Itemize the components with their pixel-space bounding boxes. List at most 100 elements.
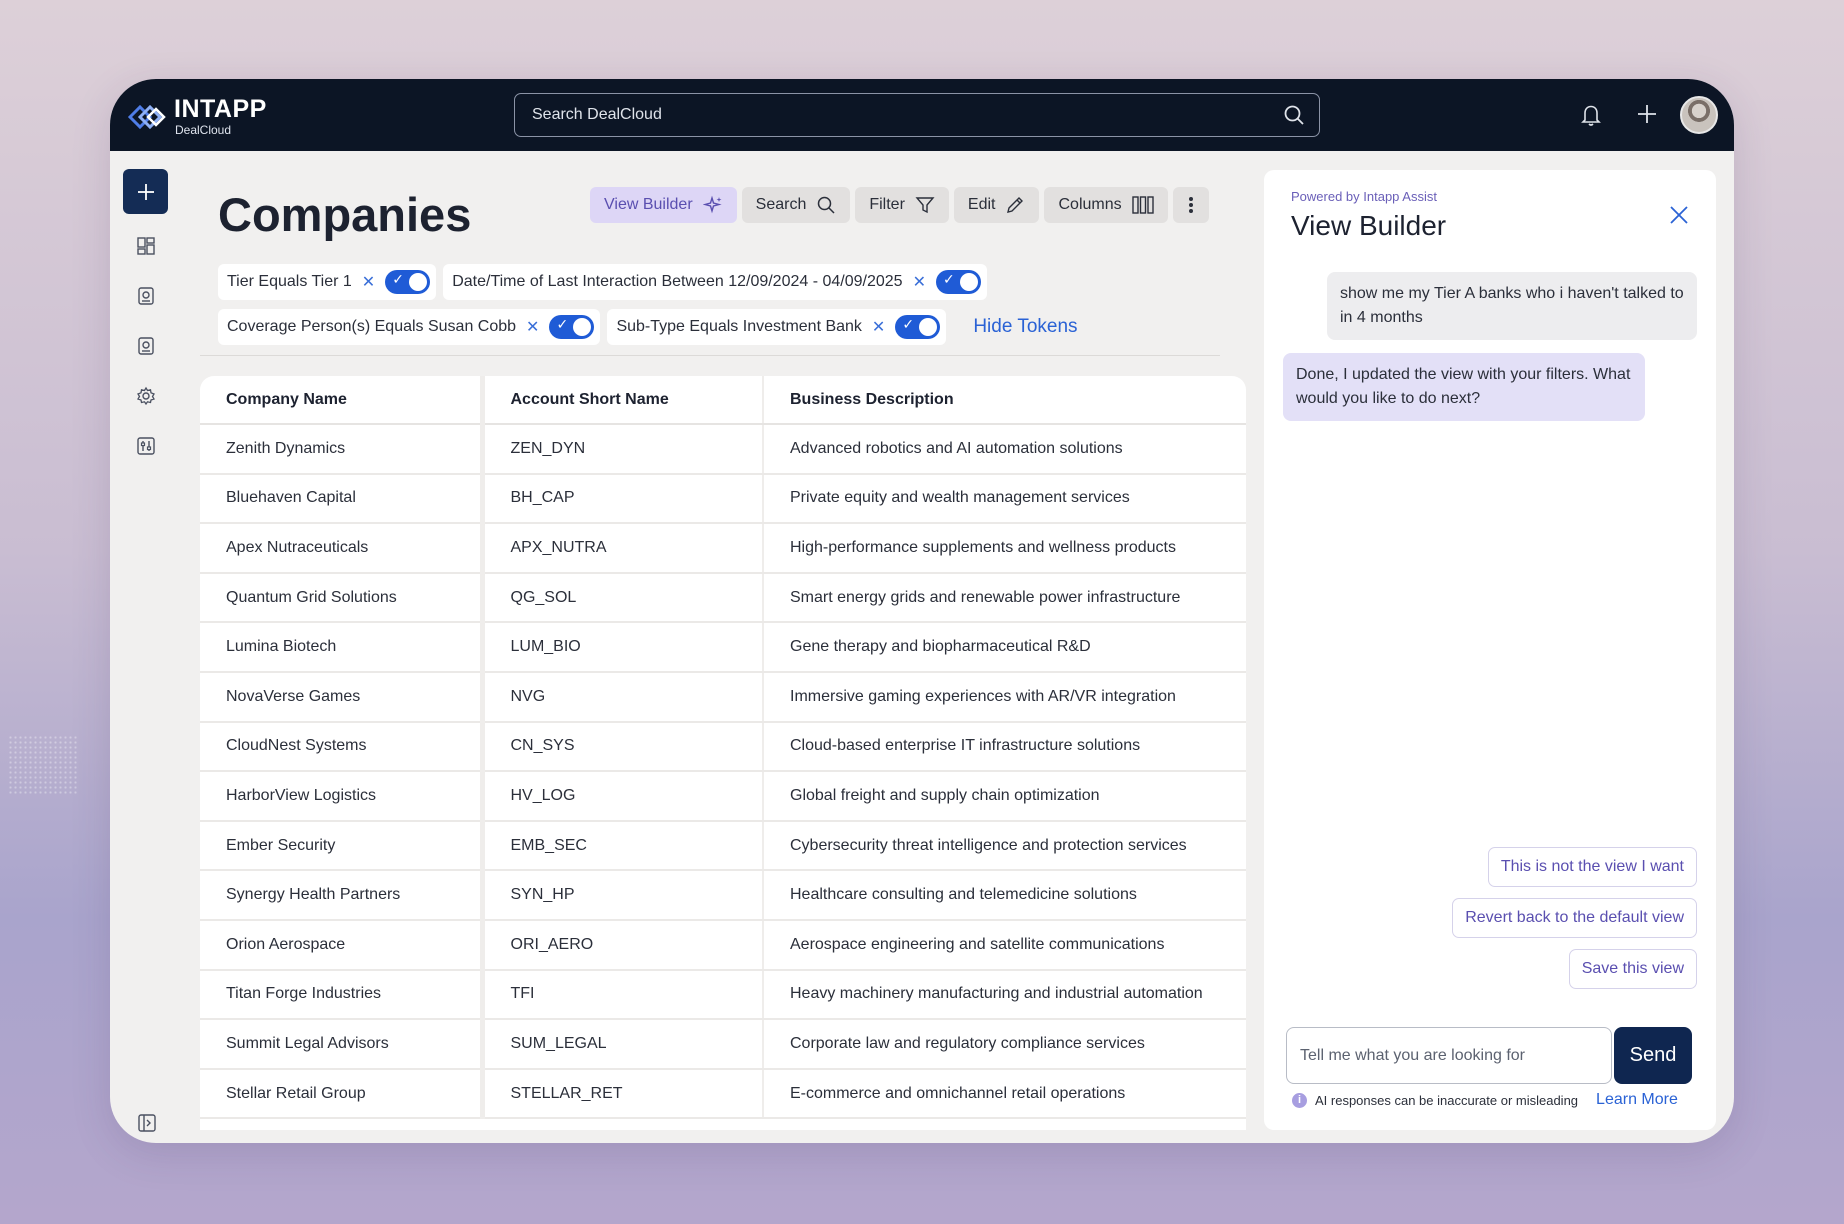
column-header-business-description[interactable]: Business Description (763, 376, 1246, 425)
company-name-cell[interactable]: Quantum Grid Solutions (200, 572, 485, 624)
company-name-cell[interactable]: CloudNest Systems (200, 721, 485, 773)
column-header-company-name[interactable]: Company Name (200, 376, 485, 425)
table-row[interactable]: Summit Legal Advisors SUM_LEGAL Corporate … (200, 1019, 1246, 1070)
business-description-cell[interactable]: Cybersecurity threat intelligence and pr… (763, 820, 1246, 872)
table-row[interactable]: Zenith Dynamics ZEN_DYN Advanced robotics … (200, 424, 1246, 475)
business-description-cell[interactable]: Heavy machinery manufacturing and indust… (763, 969, 1246, 1021)
powered-by-label: Powered by Intapp Assist (1291, 189, 1437, 204)
edit-button[interactable]: Edit (953, 187, 1040, 223)
notifications-bell-icon[interactable] (1580, 103, 1602, 127)
chat-input[interactable] (1286, 1027, 1612, 1084)
remove-token-icon[interactable]: ✕ (872, 317, 885, 337)
table-row[interactable]: Synergy Health Partners SYN_HP Healthcare … (200, 870, 1246, 921)
business-description-cell[interactable]: Private equity and wealth management ser… (763, 473, 1246, 525)
company-name-cell[interactable]: Titan Forge Industries (200, 969, 485, 1021)
table-row[interactable]: Lumina Biotech LUM_BIO Gene therapy and bi… (200, 622, 1246, 673)
learn-more-link[interactable]: Learn More (1596, 1091, 1678, 1109)
account-short-name-cell[interactable]: HV_LOG (482, 771, 764, 822)
business-description-cell[interactable]: Advanced robotics and AI automation solu… (763, 424, 1246, 475)
table-row[interactable]: Stellar Retail Group STELLAR_RET E-commerc… (200, 1068, 1246, 1120)
panel-title: View Builder (1291, 210, 1447, 241)
company-name-cell[interactable]: Zenith Dynamics (200, 424, 485, 475)
more-options-button[interactable] (1172, 187, 1209, 223)
account-short-name-cell[interactable]: APX_NUTRA (482, 523, 764, 574)
dashboard-icon[interactable] (136, 236, 156, 256)
account-short-name-cell[interactable]: QG_SOL (482, 572, 764, 624)
table-row[interactable]: HarborView Logistics HV_LOG Global freight… (200, 771, 1246, 822)
table-row[interactable]: Apex Nutraceuticals APX_NUTRA High-perform… (200, 523, 1246, 574)
account-short-name-cell[interactable]: CN_SYS (482, 721, 764, 773)
business-description-cell[interactable]: E-commerce and omnichannel retail operat… (763, 1068, 1246, 1120)
view-builder-button[interactable]: View Builder (590, 187, 737, 223)
company-name-cell[interactable]: Summit Legal Advisors (200, 1019, 485, 1070)
quick-add-button[interactable] (123, 169, 168, 214)
suggestion-save-view-button[interactable]: Save this view (1568, 949, 1697, 989)
brand-logo[interactable]: INTAPP DealCloud (126, 97, 267, 136)
business-description-cell[interactable]: Smart energy grids and renewable power i… (763, 572, 1246, 624)
close-icon[interactable] (1668, 204, 1690, 226)
company-name-cell[interactable]: Stellar Retail Group (200, 1068, 485, 1120)
business-description-cell[interactable]: Healthcare consulting and telemedicine s… (763, 870, 1246, 921)
table-row[interactable]: Bluehaven Capital BH_CAP Private equity an… (200, 473, 1246, 525)
tools-icon[interactable] (136, 436, 156, 456)
account-short-name-cell[interactable]: LUM_BIO (482, 622, 764, 673)
search-button[interactable]: Search (741, 187, 851, 223)
table-row[interactable]: Orion Aerospace ORI_AERO Aerospace enginee… (200, 919, 1246, 971)
company-name-cell[interactable]: Lumina Biotech (200, 622, 485, 673)
company-name-cell[interactable]: Synergy Health Partners (200, 870, 485, 921)
business-description-cell[interactable]: High-performance supplements and wellnes… (763, 523, 1246, 574)
filter-token-label: Tier Equals Tier 1 (227, 273, 352, 290)
business-description-cell[interactable]: Corporate law and regulatory compliance … (763, 1019, 1246, 1070)
account-short-name-cell[interactable]: NVG (482, 671, 764, 723)
suggestion-revert-default-button[interactable]: Revert back to the default view (1452, 898, 1697, 938)
records-icon[interactable] (136, 286, 156, 306)
column-header-account-short-name[interactable]: Account Short Name (482, 376, 764, 425)
table-row[interactable]: CloudNest Systems CN_SYS Cloud-based enter… (200, 721, 1246, 773)
business-description-cell[interactable]: Aerospace engineering and satellite comm… (763, 919, 1246, 971)
company-name-cell[interactable]: HarborView Logistics (200, 771, 485, 822)
business-description-cell[interactable]: Gene therapy and biopharmaceutical R&D (763, 622, 1246, 673)
table-row[interactable]: Quantum Grid Solutions QG_SOL Smart energy… (200, 572, 1246, 624)
filter-token-toggle[interactable]: ✓ (385, 270, 431, 294)
suggestion-not-the-view-button[interactable]: This is not the view I want (1487, 847, 1697, 887)
company-name-cell[interactable]: Ember Security (200, 820, 485, 872)
filter-token-toggle[interactable]: ✓ (895, 315, 941, 339)
account-short-name-cell[interactable]: TFI (482, 969, 764, 1021)
table-row[interactable]: Ember Security EMB_SEC Cybersecurity threa… (200, 820, 1246, 872)
filter-token-toggle[interactable]: ✓ (549, 315, 595, 339)
account-short-name-cell[interactable]: ORI_AERO (482, 919, 764, 971)
reports-icon[interactable] (136, 336, 156, 356)
send-button[interactable]: Send (1614, 1027, 1692, 1084)
company-name-cell[interactable]: Bluehaven Capital (200, 473, 485, 525)
company-name-cell[interactable]: Orion Aerospace (200, 919, 485, 971)
global-search[interactable] (514, 93, 1320, 137)
filter-button[interactable]: Filter (855, 187, 949, 223)
remove-token-icon[interactable]: ✕ (362, 272, 375, 292)
table-row[interactable]: NovaVerse Games NVG Immersive gaming exper… (200, 671, 1246, 723)
account-short-name-cell[interactable]: SUM_LEGAL (482, 1019, 764, 1070)
create-new-plus-icon[interactable] (1634, 101, 1660, 127)
account-short-name-cell[interactable]: ZEN_DYN (482, 424, 764, 475)
business-description-cell[interactable]: Immersive gaming experiences with AR/VR … (763, 671, 1246, 723)
company-name-cell[interactable]: Apex Nutraceuticals (200, 523, 485, 574)
table-row[interactable]: Titan Forge Industries TFI Heavy machinery… (200, 969, 1246, 1021)
filter-token-toggle[interactable]: ✓ (935, 270, 981, 294)
hide-tokens-link[interactable]: Hide Tokens (973, 316, 1077, 338)
remove-token-icon[interactable]: ✕ (913, 272, 926, 292)
search-icon[interactable] (1283, 104, 1305, 126)
business-description-cell[interactable]: Cloud-based enterprise IT infrastructure… (763, 721, 1246, 773)
settings-gear-icon[interactable] (136, 386, 156, 406)
account-short-name-cell[interactable]: BH_CAP (482, 473, 764, 525)
columns-button[interactable]: Columns (1044, 187, 1168, 223)
remove-token-icon[interactable]: ✕ (526, 317, 539, 337)
brand-subtitle: DealCloud (175, 123, 232, 137)
account-short-name-cell[interactable]: SYN_HP (482, 870, 764, 921)
account-short-name-cell[interactable]: STELLAR_RET (482, 1068, 764, 1120)
business-description-cell[interactable]: Global freight and supply chain optimiza… (763, 771, 1246, 822)
account-short-name-cell[interactable]: EMB_SEC (482, 820, 764, 872)
global-search-input[interactable] (532, 106, 1252, 124)
company-name-cell[interactable]: NovaVerse Games (200, 671, 485, 723)
collapse-sidebar-icon[interactable] (137, 1113, 157, 1133)
user-message: show me my Tier A banks who i haven't ta… (1327, 272, 1697, 340)
user-avatar[interactable] (1680, 96, 1718, 134)
